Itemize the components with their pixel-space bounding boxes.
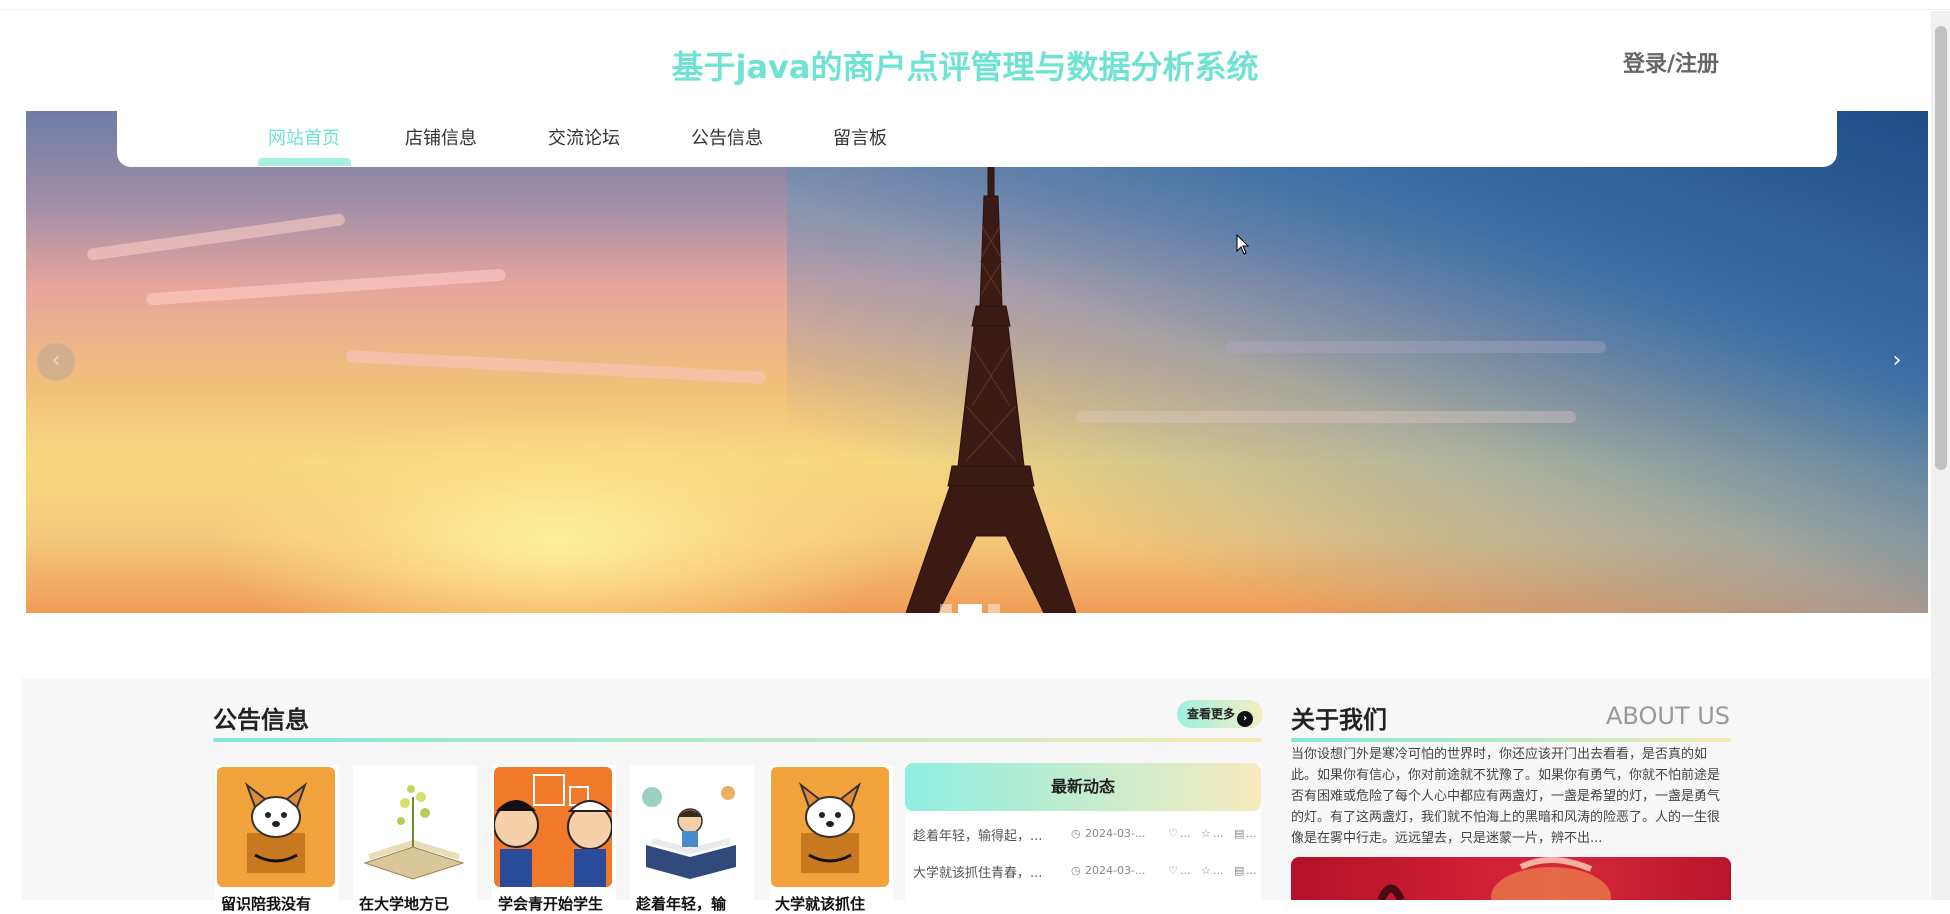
- login-register-link[interactable]: 登录/注册: [1623, 46, 1719, 78]
- like-icon: ♡: [1168, 827, 1178, 840]
- book-plant-icon: [355, 767, 473, 887]
- card-caption: 趁着年轻，输: [636, 895, 727, 913]
- top-border: [0, 0, 1950, 10]
- nav-active-indicator: [258, 158, 351, 166]
- latest-news-title: 最新动态: [905, 763, 1261, 811]
- about-section-subtitle: ABOUT US: [1606, 702, 1731, 730]
- star-icon: ☆: [1201, 827, 1211, 840]
- card-caption: 学会青开始学生: [498, 895, 604, 913]
- like-icon: ♡: [1168, 864, 1178, 877]
- arrow-right-circle-icon: ›: [1237, 711, 1254, 727]
- news-row-date: 2024-03-...: [1085, 827, 1146, 840]
- star-icon: ☆: [1201, 864, 1211, 877]
- carousel-dot[interactable]: [940, 604, 952, 613]
- clock-icon: ◷: [1071, 864, 1081, 877]
- clock-icon: ◷: [1071, 827, 1081, 840]
- carousel-prev-button[interactable]: ‹: [37, 343, 75, 381]
- box-dog-icon: [771, 767, 889, 887]
- reading-boy-icon: [632, 767, 750, 887]
- comment-icon: ▤: [1234, 864, 1245, 877]
- notice-section-title: 公告信息: [213, 706, 309, 734]
- about-image: [1291, 857, 1731, 900]
- nav-item-shops[interactable]: 店铺信息: [405, 122, 477, 166]
- notice-card[interactable]: 学会青开始学生: [492, 765, 616, 913]
- carousel-dot-active[interactable]: [958, 604, 982, 613]
- news-row-favs: ...: [1213, 827, 1224, 840]
- nav-item-forum[interactable]: 交流论坛: [548, 122, 620, 166]
- hero-carousel[interactable]: [26, 111, 1928, 613]
- news-row-likes: ...: [1180, 864, 1191, 877]
- nav-item-notices[interactable]: 公告信息: [691, 122, 763, 166]
- notice-card[interactable]: 趁着年轻，输: [630, 765, 754, 913]
- news-row-favs: ...: [1213, 864, 1224, 877]
- main-nav: [117, 111, 1837, 167]
- carousel-indicators: [940, 598, 1006, 617]
- card-caption: 在大学地方已: [359, 895, 450, 913]
- news-row-text: 趁着年轻，输得起，...: [913, 829, 1043, 844]
- latest-news-panel: 最新动态 趁着年轻，输得起，... ◷ 2024-03-... ♡ ... ☆ …: [905, 763, 1261, 900]
- about-section-title: 关于我们: [1291, 706, 1387, 734]
- news-row-text: 大学就该抓住青春，...: [913, 866, 1043, 881]
- comment-icon: ▤: [1234, 827, 1245, 840]
- notice-card[interactable]: 在大学地方已: [353, 765, 477, 913]
- news-row-comments: ...: [1246, 827, 1257, 840]
- card-caption: 大学就该抓住: [775, 895, 866, 913]
- news-row-date: 2024-03-...: [1085, 864, 1146, 877]
- carousel-dot[interactable]: [988, 604, 1000, 613]
- cartoon-boy-icon: [494, 767, 612, 887]
- carousel-next-button[interactable]: ›: [1878, 343, 1916, 381]
- box-dog-icon: [217, 767, 335, 887]
- about-description: 当你设想门外是寒冷可怕的世界时，你还应该开门出去看看，是否真的如此。如果你有信心…: [1291, 747, 1721, 846]
- notice-title-underline: [213, 738, 1262, 742]
- about-title-underline: [1291, 738, 1731, 742]
- mouse-cursor-icon: [1236, 234, 1250, 255]
- news-row-likes: ...: [1180, 827, 1191, 840]
- nav-item-message-board[interactable]: 留言板: [833, 122, 887, 166]
- notice-card[interactable]: 大学就该抓住: [769, 765, 893, 913]
- scrollbar-thumb[interactable]: [1935, 26, 1947, 470]
- notice-card[interactable]: 留识陪我没有: [215, 765, 339, 913]
- news-row-comments: ...: [1246, 864, 1257, 877]
- eiffel-tower-image: [906, 166, 1076, 613]
- view-more-button[interactable]: 查看更多 ›: [1177, 700, 1264, 728]
- card-caption: 留识陪我没有: [221, 895, 312, 913]
